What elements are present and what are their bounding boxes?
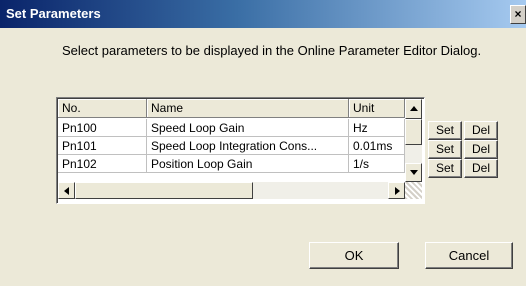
scroll-up-icon xyxy=(410,106,418,111)
scrollbar-corner xyxy=(405,182,422,199)
scroll-down-button[interactable] xyxy=(405,163,422,182)
window-title: Set Parameters xyxy=(6,6,101,21)
close-icon: × xyxy=(514,7,522,21)
scroll-right-icon xyxy=(395,187,400,195)
cancel-button[interactable]: Cancel xyxy=(425,242,513,269)
instruction-text: Select parameters to be displayed in the… xyxy=(62,43,482,58)
table-row-cell-unit[interactable]: 1/s xyxy=(349,155,405,173)
horizontal-scroll-thumb[interactable] xyxy=(75,182,253,199)
title-bar[interactable]: Set Parameters × xyxy=(0,0,526,28)
set-button-row-2[interactable]: Set xyxy=(428,140,462,159)
column-header-name[interactable]: Name xyxy=(147,99,349,118)
column-header-no[interactable]: No. xyxy=(58,99,147,118)
scroll-right-button[interactable] xyxy=(388,182,405,199)
del-button-row-1[interactable]: Del xyxy=(464,121,498,140)
table-row-cell-name[interactable]: Position Loop Gain xyxy=(147,155,349,173)
table-row-cell-unit[interactable]: 0.01ms xyxy=(349,137,405,155)
ok-button[interactable]: OK xyxy=(309,242,399,269)
set-button-row-1[interactable]: Set xyxy=(428,121,462,140)
scroll-left-button[interactable] xyxy=(58,182,75,199)
table-row-cell-name[interactable]: Speed Loop Integration Cons... xyxy=(147,137,349,155)
table-row-cell-no[interactable]: Pn101 xyxy=(58,137,147,155)
scroll-up-button[interactable] xyxy=(405,99,422,119)
table-row-cell-unit[interactable]: Hz xyxy=(349,119,405,137)
del-button-row-2[interactable]: Del xyxy=(464,140,498,159)
vertical-scroll-thumb[interactable] xyxy=(405,119,422,145)
table-row-cell-no[interactable]: Pn102 xyxy=(58,155,147,173)
scroll-down-icon xyxy=(410,170,418,175)
table-row-cell-name[interactable]: Speed Loop Gain xyxy=(147,119,349,137)
del-button-row-3[interactable]: Del xyxy=(464,159,498,178)
column-header-unit[interactable]: Unit xyxy=(349,99,405,118)
set-button-row-3[interactable]: Set xyxy=(428,159,462,178)
close-button[interactable]: × xyxy=(510,5,526,24)
table-row-cell-no[interactable]: Pn100 xyxy=(58,119,147,137)
scroll-left-icon xyxy=(64,187,69,195)
parameter-table[interactable]: No. Name Unit Pn100 Speed Loop Gain Hz P… xyxy=(56,97,425,204)
